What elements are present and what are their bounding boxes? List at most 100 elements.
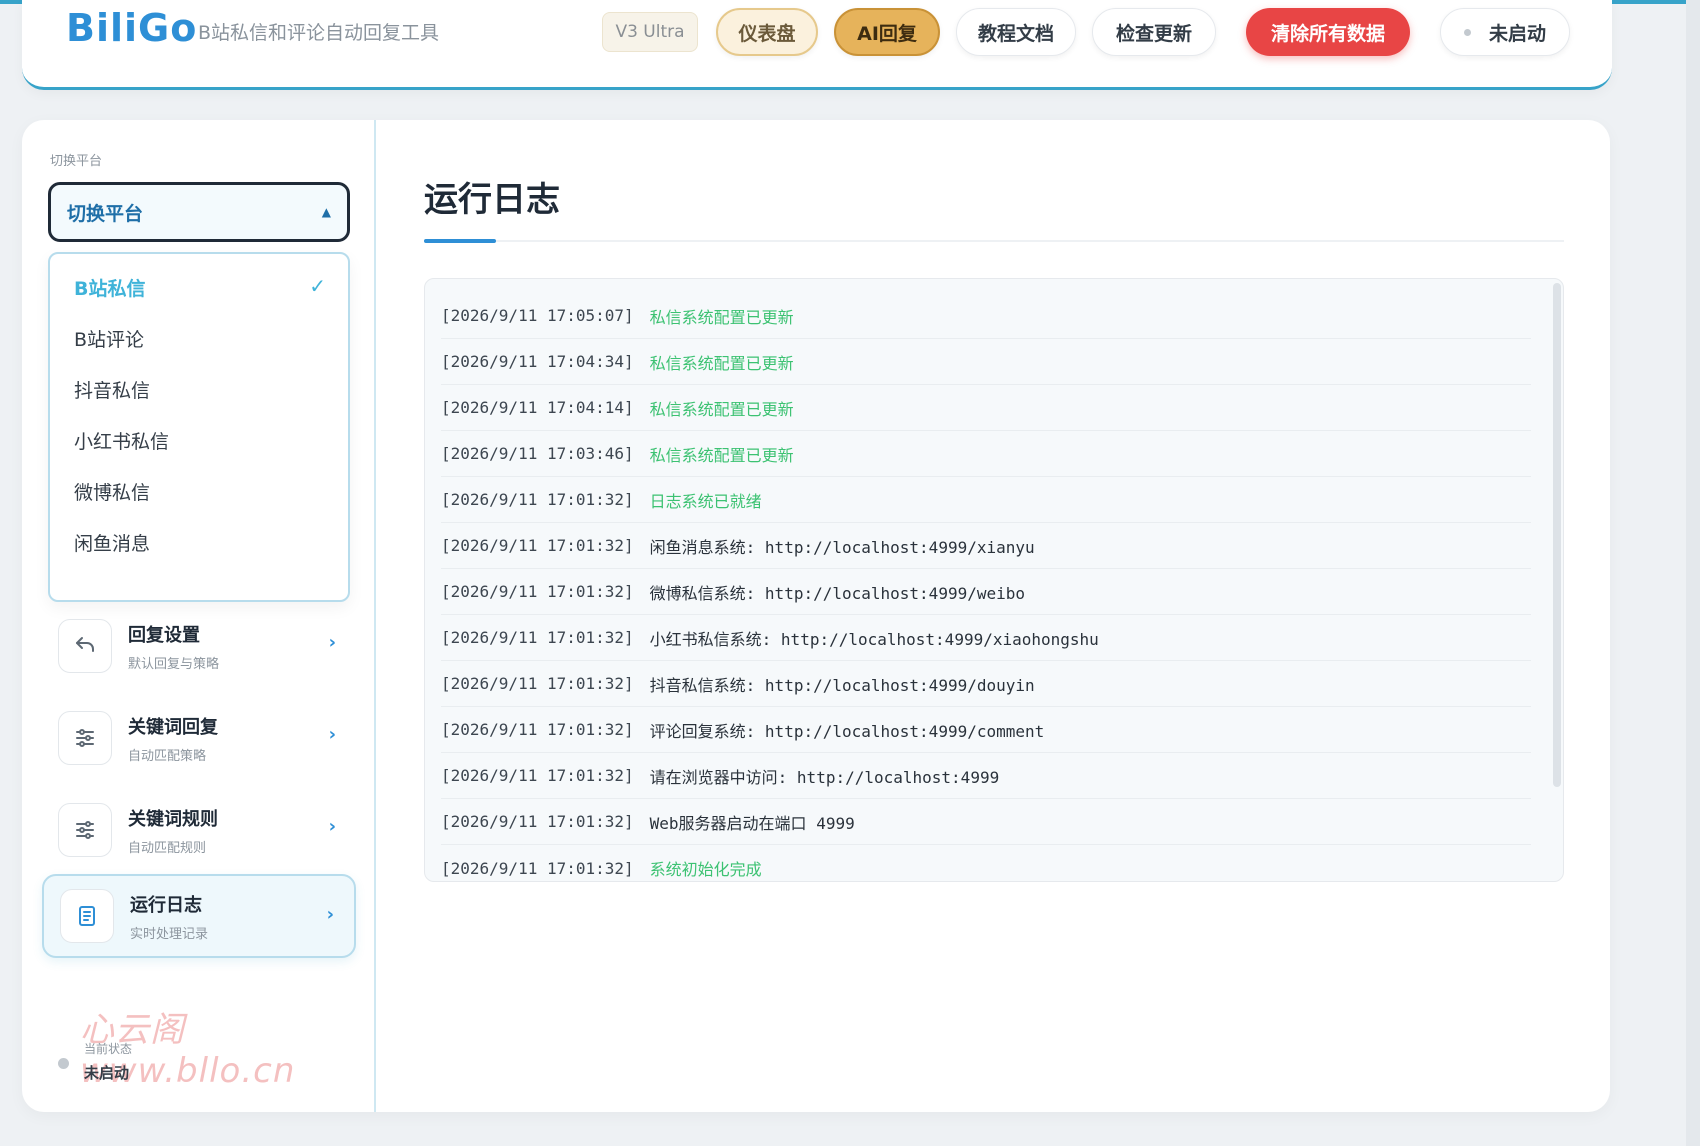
state-dot-icon	[58, 1058, 69, 1069]
log-row: [2026/9/11 17:01:32] Web服务器启动在端口 4999	[441, 799, 1531, 845]
log-message: 系统初始化完成	[649, 860, 762, 879]
log-timestamp: [2026/9/11 17:01:32]	[441, 582, 634, 601]
check-update-button[interactable]: 检查更新	[1092, 8, 1216, 56]
log-row: [2026/9/11 17:01:32] 系统初始化完成	[441, 845, 1531, 881]
log-message: 评论回复系统: http://localhost:4999/comment	[649, 721, 1045, 741]
nav-item-title: 运行日志	[130, 894, 202, 916]
log-message: 请在浏览器中访问: http://localhost:4999	[649, 767, 1000, 787]
status-text: 未启动	[1488, 22, 1546, 45]
log-timestamp: [2026/9/11 17:04:14]	[441, 398, 634, 417]
log-timestamp: [2026/9/11 17:01:32]	[441, 858, 634, 878]
log-row: [2026/9/11 17:04:34] 私信系统配置已更新	[441, 339, 1531, 385]
platform-option-xiaohongshu-dm[interactable]: 小红书私信	[50, 415, 348, 465]
platform-option-douyin-dm[interactable]: 抖音私信	[50, 364, 348, 414]
platform-option-label: 微博私信	[74, 481, 151, 504]
platform-select[interactable]: 切换平台 ▲	[48, 182, 350, 242]
log-row: [2026/9/11 17:01:32] 闲鱼消息系统: http://local…	[441, 523, 1531, 569]
platform-option-label: 闲鱼消息	[74, 532, 151, 555]
nav-item-keyword-reply[interactable]: 关键词回复 自动匹配策略 ›	[42, 696, 356, 780]
sidebar: 切换平台 切换平台 ▲ B站私信 ✓ B站评论 抖音私信 小红书私信 微博私信	[22, 120, 376, 1112]
nav-item-title: 关键词回复	[128, 716, 218, 738]
log-timestamp: [2026/9/11 17:01:32]	[441, 766, 634, 785]
sliders-icon	[58, 803, 112, 857]
log-row: [2026/9/11 17:01:32] 日志系统已就绪	[441, 477, 1531, 523]
nav-item-title: 关键词规则	[128, 808, 218, 830]
clear-data-button[interactable]: 清除所有数据	[1246, 8, 1410, 56]
status-dot-icon	[1463, 28, 1471, 36]
chevron-right-icon: ›	[326, 904, 334, 925]
log-row: [2026/9/11 17:01:32] 请在浏览器中访问: http://loc…	[441, 753, 1531, 799]
platform-option-bilibili-comment[interactable]: B站评论	[50, 313, 348, 363]
log-timestamp: [2026/9/11 17:01:32]	[441, 628, 634, 647]
nav-item-subtitle: 默认回复与策略	[128, 656, 220, 672]
nav-item-subtitle: 自动匹配规则	[128, 840, 207, 856]
platform-option-xianyu[interactable]: 闲鱼消息	[50, 517, 348, 567]
log-message: 小红书私信系统: http://localhost:4999/xiaohongs…	[649, 629, 1099, 649]
log-row: [2026/9/11 17:01:32] 微博私信系统: http://local…	[441, 569, 1531, 615]
log-timestamp: [2026/9/11 17:01:32]	[441, 674, 634, 693]
log-row: [2026/9/11 17:01:32] 小红书私信系统: http://loca…	[441, 615, 1531, 661]
reply-icon	[58, 619, 112, 673]
log-message: 私信系统配置已更新	[649, 399, 794, 419]
dashboard-button[interactable]: 仪表盘	[716, 8, 818, 56]
platform-dropdown: B站私信 ✓ B站评论 抖音私信 小红书私信 微博私信 闲鱼消息	[48, 252, 350, 602]
log-timestamp: [2026/9/11 17:04:34]	[441, 352, 634, 371]
status-pill: 未启动	[1440, 8, 1570, 56]
page-title: 运行日志	[424, 180, 560, 220]
main-card: 切换平台 切换平台 ▲ B站私信 ✓ B站评论 抖音私信 小红书私信 微博私信	[22, 120, 1610, 1112]
nav-item-reply-settings[interactable]: 回复设置 默认回复与策略 ›	[42, 604, 356, 688]
platform-option-label: B站评论	[74, 328, 145, 351]
log-message: 微博私信系统: http://localhost:4999/weibo	[649, 583, 1026, 603]
version-badge: V3 Ultra	[602, 12, 698, 52]
log-row: [2026/9/11 17:05:07] 私信系统配置已更新	[441, 293, 1531, 339]
chevron-right-icon: ›	[328, 632, 336, 653]
log-message: 私信系统配置已更新	[649, 445, 794, 465]
docs-button[interactable]: 教程文档	[956, 8, 1076, 56]
log-message: 私信系统配置已更新	[649, 307, 794, 327]
window-scrollbar-track[interactable]	[1686, 0, 1700, 1146]
log-timestamp: [2026/9/11 17:03:46]	[441, 444, 634, 463]
sliders-icon	[58, 711, 112, 765]
log-timestamp: [2026/9/11 17:01:32]	[441, 812, 634, 831]
log-scrollbar[interactable]	[1553, 283, 1561, 787]
nav-item-title: 回复设置	[128, 624, 200, 646]
ai-reply-button[interactable]: AI回复	[834, 8, 940, 56]
platform-select-label: 切换平台	[67, 202, 144, 225]
log-message: 日志系统已就绪	[649, 491, 762, 511]
log-message: 私信系统配置已更新	[649, 353, 794, 373]
state-label: 当前状态	[84, 1042, 133, 1056]
document-icon	[60, 889, 114, 943]
nav-item-run-log[interactable]: 运行日志 实时处理记录 ›	[42, 874, 356, 958]
brand-logo: BiliGo	[66, 6, 198, 50]
check-icon: ✓	[309, 274, 326, 298]
platform-option-label: 抖音私信	[74, 379, 151, 402]
chevron-right-icon: ›	[328, 724, 336, 745]
log-timestamp: [2026/9/11 17:01:32]	[441, 536, 634, 555]
nav-item-keyword-rules[interactable]: 关键词规则 自动匹配规则 ›	[42, 788, 356, 872]
caret-up-icon: ▲	[321, 205, 331, 219]
app-header: BiliGo B站私信和评论自动回复工具 V3 Ultra 仪表盘 AI回复 教…	[22, 0, 1612, 90]
platform-option-weibo-dm[interactable]: 微博私信	[50, 466, 348, 516]
log-message: 闲鱼消息系统: http://localhost:4999/xianyu	[649, 537, 1035, 557]
platform-option-label: 小红书私信	[74, 430, 170, 453]
log-timestamp: [2026/9/11 17:01:32]	[441, 490, 634, 509]
log-panel[interactable]: [2026/9/11 17:05:07] 私信系统配置已更新 [2026/9/11…	[424, 278, 1564, 882]
log-row: [2026/9/11 17:03:46] 私信系统配置已更新	[441, 431, 1531, 477]
log-row: [2026/9/11 17:04:14] 私信系统配置已更新	[441, 385, 1531, 431]
chevron-right-icon: ›	[328, 816, 336, 837]
log-row: [2026/9/11 17:01:32] 抖音私信系统: http://local…	[441, 661, 1531, 707]
log-timestamp: [2026/9/11 17:05:07]	[441, 306, 634, 325]
log-row: [2026/9/11 17:01:32] 评论回复系统: http://local…	[441, 707, 1531, 753]
log-message: Web服务器启动在端口 4999	[649, 813, 855, 833]
state-value: 未启动	[84, 1064, 130, 1082]
platform-option-label: B站私信	[74, 277, 146, 300]
title-divider	[424, 240, 1564, 242]
platform-section-label: 切换平台	[50, 154, 103, 169]
title-accent-bar	[424, 239, 496, 243]
nav-item-subtitle: 实时处理记录	[130, 926, 209, 942]
app-subtitle: B站私信和评论自动回复工具	[198, 22, 440, 44]
platform-option-bilibili-dm[interactable]: B站私信 ✓	[50, 262, 348, 312]
nav-item-subtitle: 自动匹配策略	[128, 748, 207, 764]
log-timestamp: [2026/9/11 17:01:32]	[441, 720, 634, 739]
log-message: 抖音私信系统: http://localhost:4999/douyin	[649, 675, 1035, 695]
